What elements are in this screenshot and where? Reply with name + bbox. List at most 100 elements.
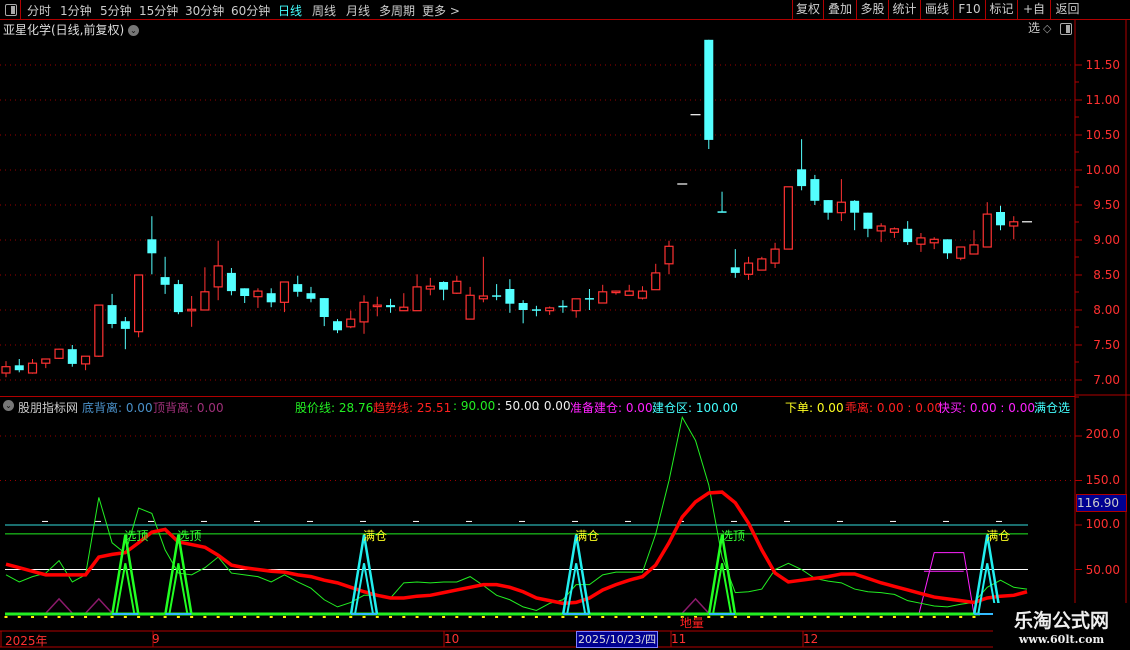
- candle-body-up: [651, 272, 661, 291]
- period-tab-6[interactable]: 日线: [278, 2, 302, 19]
- baseline-dot: [97, 616, 101, 618]
- baseline-dot: [110, 616, 114, 618]
- toolbar-button-4[interactable]: 画线: [920, 0, 953, 19]
- baseline-dot: [336, 616, 339, 618]
- baseline-dot: [468, 616, 472, 618]
- candle-body-up: [637, 290, 648, 299]
- candle-body-up: [757, 258, 767, 271]
- baseline-dot: [508, 616, 512, 618]
- baseline-dot: [919, 616, 923, 618]
- baseline-dot: [760, 616, 764, 618]
- period-tab-5[interactable]: 60分钟: [231, 2, 270, 19]
- candle-body-down: [810, 179, 820, 201]
- toolbar-button-3[interactable]: 统计: [888, 0, 920, 19]
- candle-body-down: [120, 321, 130, 329]
- candle-body-up: [372, 304, 382, 308]
- baseline-dot: [84, 616, 88, 618]
- period-tab-9[interactable]: 多周期: [379, 2, 415, 19]
- period-tab-4[interactable]: 30分钟: [185, 2, 224, 19]
- time-label: 10: [444, 632, 460, 646]
- stock-title[interactable]: 亚星化学(日线,前复权) ⌄: [3, 21, 140, 38]
- candle-body-down: [850, 200, 860, 213]
- toolbar-button-2[interactable]: 多股: [856, 0, 888, 19]
- baseline-dot: [216, 616, 220, 618]
- watermark-name: 乐淘公式网: [1013, 610, 1109, 632]
- baseline-dot: [375, 616, 379, 618]
- baseline-dot: [561, 616, 565, 618]
- price-tick-label: 7.00: [1093, 373, 1120, 387]
- toolbar-button-5[interactable]: F10: [953, 0, 985, 19]
- period-tab-1[interactable]: 1分钟: [60, 2, 92, 19]
- period-tab-3[interactable]: 15分钟: [139, 2, 178, 19]
- selected-date: 2025/10/23/四: [576, 631, 659, 648]
- watermark-url: www.60lt.com: [1018, 633, 1105, 646]
- chevron-down-icon[interactable]: ⌄: [128, 25, 140, 36]
- toolbar-button-8[interactable]: 返回: [1050, 0, 1084, 19]
- baseline-dot: [455, 616, 459, 618]
- candle-body-up: [359, 301, 369, 323]
- candle-body-down: [306, 293, 316, 299]
- candle-body-down: [823, 200, 833, 213]
- baseline-dot: [203, 616, 207, 618]
- period-tab-7[interactable]: 周线: [312, 2, 336, 19]
- candle-body-down: [704, 39, 714, 140]
- baseline-dot: [773, 616, 777, 618]
- candle-body-up: [134, 274, 144, 333]
- baseline-dot: [587, 616, 591, 618]
- baseline-dot: [362, 616, 366, 618]
- price-tick-label: 9.50: [1093, 198, 1120, 212]
- indicator-value-8: 建仓区: 100.00: [652, 401, 738, 413]
- toolbar-button-0[interactable]: 复权: [792, 0, 823, 19]
- indicator-value-12: 满仓选股: [1034, 401, 1071, 413]
- period-tab-0[interactable]: 分时: [27, 2, 51, 19]
- candle-body-down: [518, 303, 528, 310]
- candle-body-down: [717, 211, 727, 213]
- baseline-dot: [906, 616, 910, 618]
- baseline-dot: [786, 616, 790, 618]
- baseline-dot: [495, 616, 499, 618]
- candle-body-down: [584, 298, 594, 300]
- baseline-dot: [839, 616, 843, 618]
- price-tick-label: 7.50: [1093, 338, 1120, 352]
- low-volume-label: 地量: [679, 616, 704, 630]
- baseline-dot: [282, 616, 286, 618]
- candle-body-up: [187, 308, 197, 312]
- panel-toggle-button[interactable]: [0, 0, 21, 19]
- divergence-mark: [44, 597, 74, 615]
- indicator-menu-button[interactable]: ⌄: [3, 398, 14, 412]
- candle-body-down: [173, 284, 183, 313]
- baseline-dot: [402, 616, 406, 618]
- diamond-icon[interactable]: ◇: [1043, 22, 1051, 35]
- candle-body-up: [598, 291, 608, 304]
- time-label: 11: [671, 632, 687, 646]
- chevron-down-icon: ⌄: [3, 400, 14, 411]
- candle-body-up: [253, 290, 263, 298]
- toolbar-button-1[interactable]: 叠加: [823, 0, 856, 19]
- baseline-dot: [945, 616, 949, 618]
- candle-body-up: [425, 285, 435, 290]
- baseline-dot: [31, 616, 35, 618]
- baseline-dot: [707, 616, 711, 618]
- panel-toggle-icon: [5, 4, 17, 16]
- baseline-dot: [627, 616, 631, 618]
- baseline-dot: [481, 616, 485, 618]
- indicator-tick-label: 150.0: [1085, 473, 1120, 487]
- period-tab-10[interactable]: 更多 >: [422, 2, 460, 19]
- toolbar-button-7[interactable]: +自选: [1017, 0, 1050, 35]
- toolbar-button-6[interactable]: 标记: [985, 0, 1017, 19]
- chart-canvas[interactable]: [0, 0, 1130, 650]
- period-tab-2[interactable]: 5分钟: [100, 2, 132, 19]
- panel-toggle-icon[interactable]: [1060, 23, 1072, 35]
- baseline-dot: [309, 616, 313, 618]
- baseline-dot: [322, 616, 326, 618]
- candle-body-up: [876, 225, 886, 232]
- baseline-dot: [853, 616, 857, 618]
- indicator-value-11: 快买: 0.00 : 0.00: [938, 401, 1035, 413]
- period-tab-8[interactable]: 月线: [346, 2, 370, 19]
- baseline-dot: [521, 616, 525, 618]
- baseline-dot: [163, 616, 167, 618]
- full-signal-label: 满仓: [575, 529, 600, 543]
- candle-body-down: [558, 305, 568, 308]
- candle-body-up: [545, 307, 555, 312]
- baseline-dot: [176, 616, 180, 618]
